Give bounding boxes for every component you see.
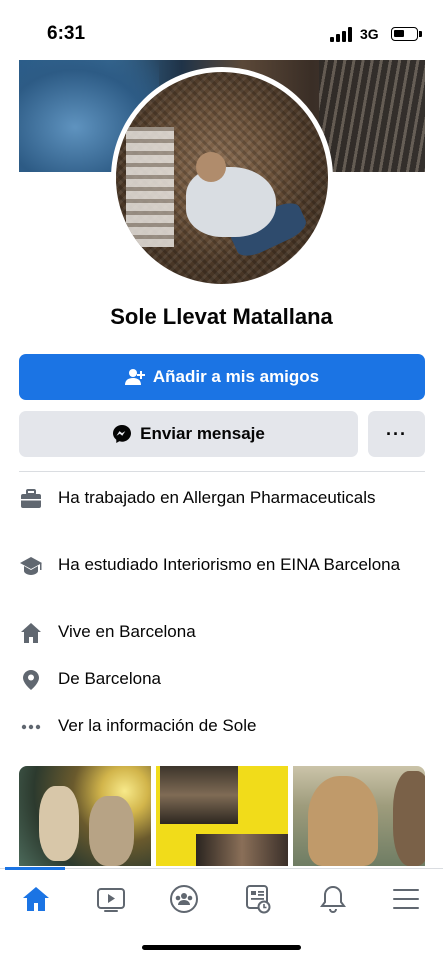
nav-watch[interactable] xyxy=(91,883,131,915)
signal-icon xyxy=(330,27,354,42)
photo-thumbnail[interactable] xyxy=(156,766,288,866)
info-text: Ha estudiado Interiorismo en EINA Barcel… xyxy=(58,555,401,574)
more-dots-icon xyxy=(19,715,43,739)
location-pin-icon xyxy=(19,668,43,692)
info-text: Ver la información de Sole xyxy=(58,716,257,735)
graduation-cap-icon xyxy=(19,554,43,578)
home-icon xyxy=(19,621,43,645)
info-text: De Barcelona xyxy=(58,669,162,688)
home-icon xyxy=(23,887,49,911)
photo-thumbnail[interactable] xyxy=(19,766,151,866)
network-type: 3G xyxy=(360,26,379,42)
bottom-nav xyxy=(0,867,443,928)
info-text: Vive en Barcelona xyxy=(58,622,196,641)
send-message-button[interactable]: Enviar mensaje xyxy=(19,411,358,457)
nav-groups[interactable] xyxy=(164,883,204,915)
news-icon xyxy=(246,885,271,914)
battery-icon xyxy=(391,27,422,41)
bell-icon xyxy=(320,885,346,913)
add-friend-button[interactable]: Añadir a mis amigos xyxy=(19,354,425,400)
see-about-info-link[interactable]: Ver la información de Sole xyxy=(19,714,425,739)
profile-name: Sole Llevat Matallana xyxy=(110,304,333,329)
messenger-icon xyxy=(113,425,132,443)
briefcase-icon xyxy=(19,487,43,511)
nav-home[interactable] xyxy=(16,883,56,915)
groups-icon xyxy=(170,885,198,913)
profile-picture[interactable] xyxy=(111,67,333,289)
nav-menu[interactable] xyxy=(386,883,426,915)
photo-thumbnail[interactable] xyxy=(293,766,425,866)
info-item-work: Ha trabajado en Allergan Pharmaceuticals xyxy=(19,486,425,511)
add-friend-label: Añadir a mis amigos xyxy=(152,367,320,386)
send-message-label: Enviar mensaje xyxy=(140,424,265,443)
nav-news[interactable] xyxy=(238,883,278,915)
menu-icon xyxy=(393,889,419,909)
more-options-button[interactable]: ··· xyxy=(368,411,425,457)
divider xyxy=(19,471,425,472)
info-item-from: De Barcelona xyxy=(19,667,425,692)
nav-notifications[interactable] xyxy=(313,883,353,915)
add-friend-icon xyxy=(124,369,145,385)
home-indicator xyxy=(142,945,301,950)
info-text: Ha trabajado en Allergan Pharmaceuticals xyxy=(58,488,376,507)
status-time: 6:31 xyxy=(47,23,86,44)
info-item-education: Ha estudiado Interiorismo en EINA Barcel… xyxy=(19,553,425,578)
photos-grid xyxy=(19,766,425,866)
active-tab-indicator xyxy=(5,867,65,870)
video-icon xyxy=(97,888,125,912)
info-item-lives: Vive en Barcelona xyxy=(19,620,425,645)
status-bar: 6:31 3G xyxy=(0,0,443,60)
